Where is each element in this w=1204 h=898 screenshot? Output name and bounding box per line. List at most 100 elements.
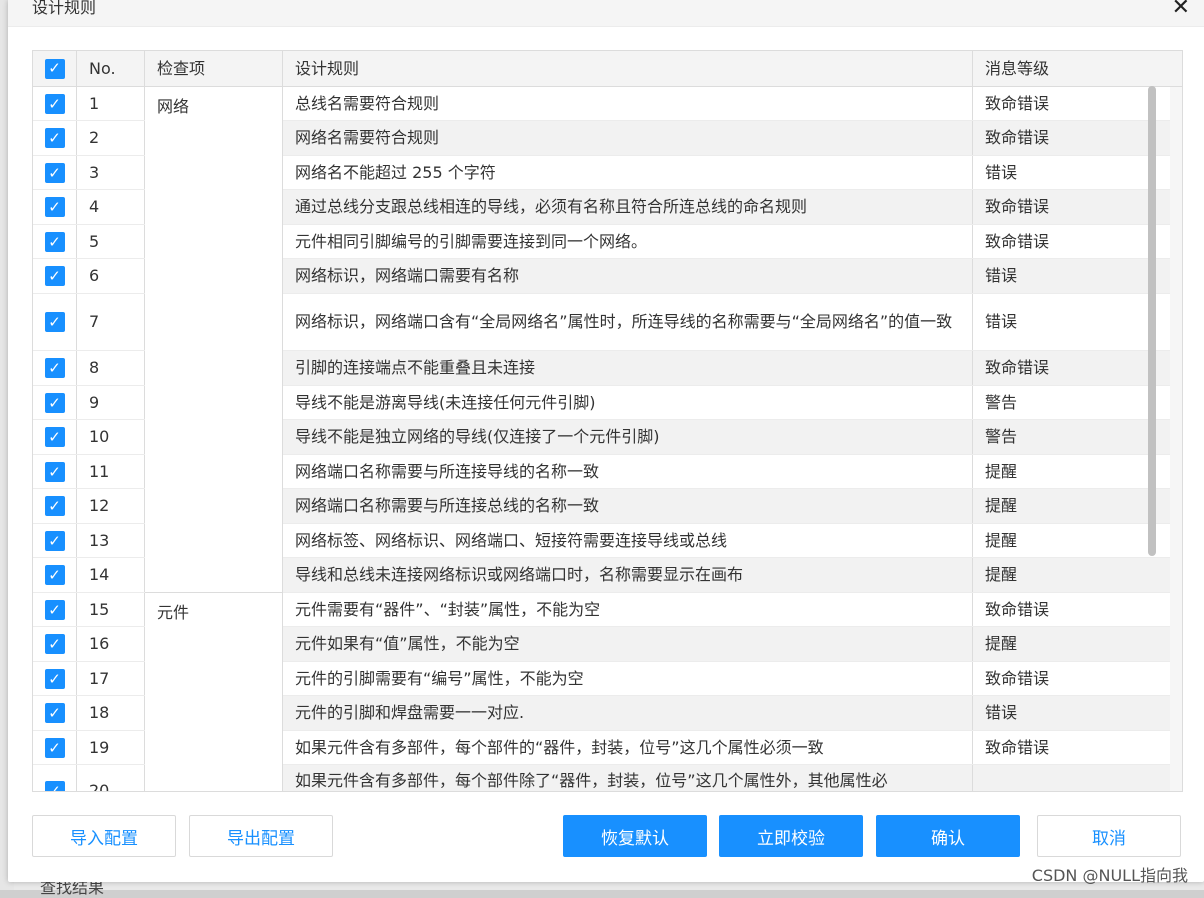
row-design-rule: 如果元件含有多部件，每个部件除了“器件，封装，位号”这几个属性外，其他属性必 <box>283 765 973 791</box>
row-checkbox-cell[interactable]: ✓ <box>33 662 77 695</box>
row-message-level[interactable]: 警告 <box>973 420 1170 454</box>
row-number: 10 <box>77 420 145 454</box>
row-checkbox-cell[interactable]: ✓ <box>33 225 77 258</box>
row-number: 17 <box>77 662 145 695</box>
row-checkbox[interactable]: ✓ <box>44 128 65 148</box>
row-number: 8 <box>77 351 145 385</box>
row-message-level[interactable]: 警告 <box>973 386 1170 419</box>
row-checkbox-cell[interactable]: ✓ <box>33 455 77 488</box>
row-checkbox-cell[interactable]: ✓ <box>33 351 77 385</box>
row-checkbox-cell[interactable]: ✓ <box>33 87 77 120</box>
row-design-rule: 导线不能是独立网络的导线(仅连接了一个元件引脚) <box>283 420 973 454</box>
row-checkbox[interactable]: ✓ <box>44 668 65 689</box>
row-message-level[interactable]: 提醒 <box>973 455 1170 488</box>
row-number: 19 <box>77 731 145 764</box>
row-checkbox-cell[interactable]: ✓ <box>33 489 77 523</box>
row-checkbox-cell[interactable]: ✓ <box>33 156 77 189</box>
row-checkbox[interactable]: ✓ <box>44 496 65 516</box>
row-checkbox-cell[interactable]: ✓ <box>33 696 77 730</box>
row-design-rule: 通过总线分支跟总线相连的导线，必须有名称且符合所连总线的命名规则 <box>283 190 973 224</box>
row-design-rule: 如果元件含有多部件，每个部件的“器件，封装，位号”这几个属性必须一致 <box>283 731 973 764</box>
row-checkbox[interactable]: ✓ <box>44 461 65 482</box>
row-checkbox[interactable]: ✓ <box>44 780 65 791</box>
row-checkbox[interactable]: ✓ <box>44 162 65 183</box>
row-number: 20 <box>77 765 145 791</box>
close-icon[interactable]: ✕ <box>1172 0 1190 20</box>
row-message-level[interactable]: 致命错误 <box>973 731 1170 764</box>
row-design-rule: 引脚的连接端点不能重叠且未连接 <box>283 351 973 385</box>
row-checkbox[interactable]: ✓ <box>44 530 65 551</box>
row-message-level[interactable]: 致命错误 <box>973 225 1170 258</box>
row-message-level[interactable]: 致命错误 <box>973 662 1170 695</box>
row-number: 11 <box>77 455 145 488</box>
row-checkbox-cell[interactable]: ✓ <box>33 190 77 224</box>
scrollbar-track[interactable] <box>1170 87 1182 791</box>
row-message-level[interactable]: 错误 <box>973 294 1170 350</box>
row-design-rule: 元件需要有“器件”、“封装”属性，不能为空 <box>283 593 973 626</box>
header-select-all[interactable]: ✓ <box>33 51 77 86</box>
category-cell: 网络 <box>145 87 283 593</box>
row-number: 13 <box>77 524 145 557</box>
row-checkbox-cell[interactable]: ✓ <box>33 121 77 155</box>
row-message-level[interactable]: 提醒 <box>973 489 1170 523</box>
row-checkbox[interactable]: ✓ <box>44 599 65 620</box>
row-number: 14 <box>77 558 145 592</box>
header-no: No. <box>77 51 145 86</box>
row-checkbox-cell[interactable]: ✓ <box>33 731 77 764</box>
row-checkbox-cell[interactable]: ✓ <box>33 524 77 557</box>
row-checkbox-cell[interactable]: ✓ <box>33 259 77 293</box>
row-design-rule: 网络端口名称需要与所连接总线的名称一致 <box>283 489 973 523</box>
row-checkbox[interactable]: ✓ <box>44 634 65 654</box>
row-number: 6 <box>77 259 145 293</box>
row-message-level[interactable]: 提醒 <box>973 558 1170 592</box>
dialog-title: 设计规则 <box>32 0 97 17</box>
row-message-level[interactable]: 警告 <box>973 765 1170 791</box>
row-message-level[interactable]: 错误 <box>973 156 1170 189</box>
check-now-button[interactable]: 立即校验 <box>719 815 863 857</box>
row-checkbox[interactable]: ✓ <box>44 703 65 723</box>
row-design-rule: 网络端口名称需要与所连接导线的名称一致 <box>283 455 973 488</box>
row-checkbox-cell[interactable]: ✓ <box>33 627 77 661</box>
row-message-level[interactable]: 致命错误 <box>973 121 1170 155</box>
row-checkbox-cell[interactable]: ✓ <box>33 765 77 791</box>
row-message-level[interactable]: 提醒 <box>973 627 1170 661</box>
scrollbar-thumb[interactable] <box>1148 86 1156 556</box>
row-message-level[interactable]: 致命错误 <box>973 190 1170 224</box>
row-number: 9 <box>77 386 145 419</box>
row-checkbox-cell[interactable]: ✓ <box>33 558 77 592</box>
row-checkbox[interactable]: ✓ <box>44 358 65 378</box>
row-message-level[interactable]: 致命错误 <box>973 593 1170 626</box>
row-design-rule: 网络名需要符合规则 <box>283 121 973 155</box>
row-checkbox[interactable]: ✓ <box>44 565 65 585</box>
dialog-titlebar: 设计规则 ✕ <box>8 0 1204 27</box>
restore-default-button[interactable]: 恢复默认 <box>563 815 707 857</box>
row-checkbox[interactable]: ✓ <box>44 312 65 332</box>
category-label: 元件 <box>157 603 190 622</box>
row-checkbox[interactable]: ✓ <box>44 737 65 758</box>
row-number: 3 <box>77 156 145 189</box>
row-message-level[interactable]: 提醒 <box>973 524 1170 557</box>
row-message-level[interactable]: 致命错误 <box>973 87 1170 120</box>
header-message-level: 消息等级 <box>985 59 1050 78</box>
category-label: 网络 <box>157 97 190 116</box>
cancel-button[interactable]: 取消 <box>1037 815 1181 857</box>
row-design-rule: 元件相同引脚编号的引脚需要连接到同一个网络。 <box>283 225 973 258</box>
confirm-button[interactable]: 确认 <box>876 815 1020 857</box>
row-message-level[interactable]: 致命错误 <box>973 351 1170 385</box>
row-checkbox-cell[interactable]: ✓ <box>33 593 77 626</box>
row-checkbox[interactable]: ✓ <box>44 197 65 217</box>
row-checkbox-cell[interactable]: ✓ <box>33 294 77 350</box>
row-checkbox[interactable]: ✓ <box>44 231 65 252</box>
export-config-button[interactable]: 导出配置 <box>189 815 333 857</box>
import-config-button[interactable]: 导入配置 <box>32 815 176 857</box>
select-all-checkbox[interactable]: ✓ <box>44 58 65 79</box>
row-checkbox[interactable]: ✓ <box>44 93 65 114</box>
row-number: 1 <box>77 87 145 120</box>
row-checkbox-cell[interactable]: ✓ <box>33 386 77 419</box>
row-checkbox[interactable]: ✓ <box>44 427 65 447</box>
row-message-level[interactable]: 错误 <box>973 696 1170 730</box>
row-checkbox-cell[interactable]: ✓ <box>33 420 77 454</box>
row-message-level[interactable]: 错误 <box>973 259 1170 293</box>
row-checkbox[interactable]: ✓ <box>44 392 65 413</box>
row-checkbox[interactable]: ✓ <box>44 266 65 286</box>
